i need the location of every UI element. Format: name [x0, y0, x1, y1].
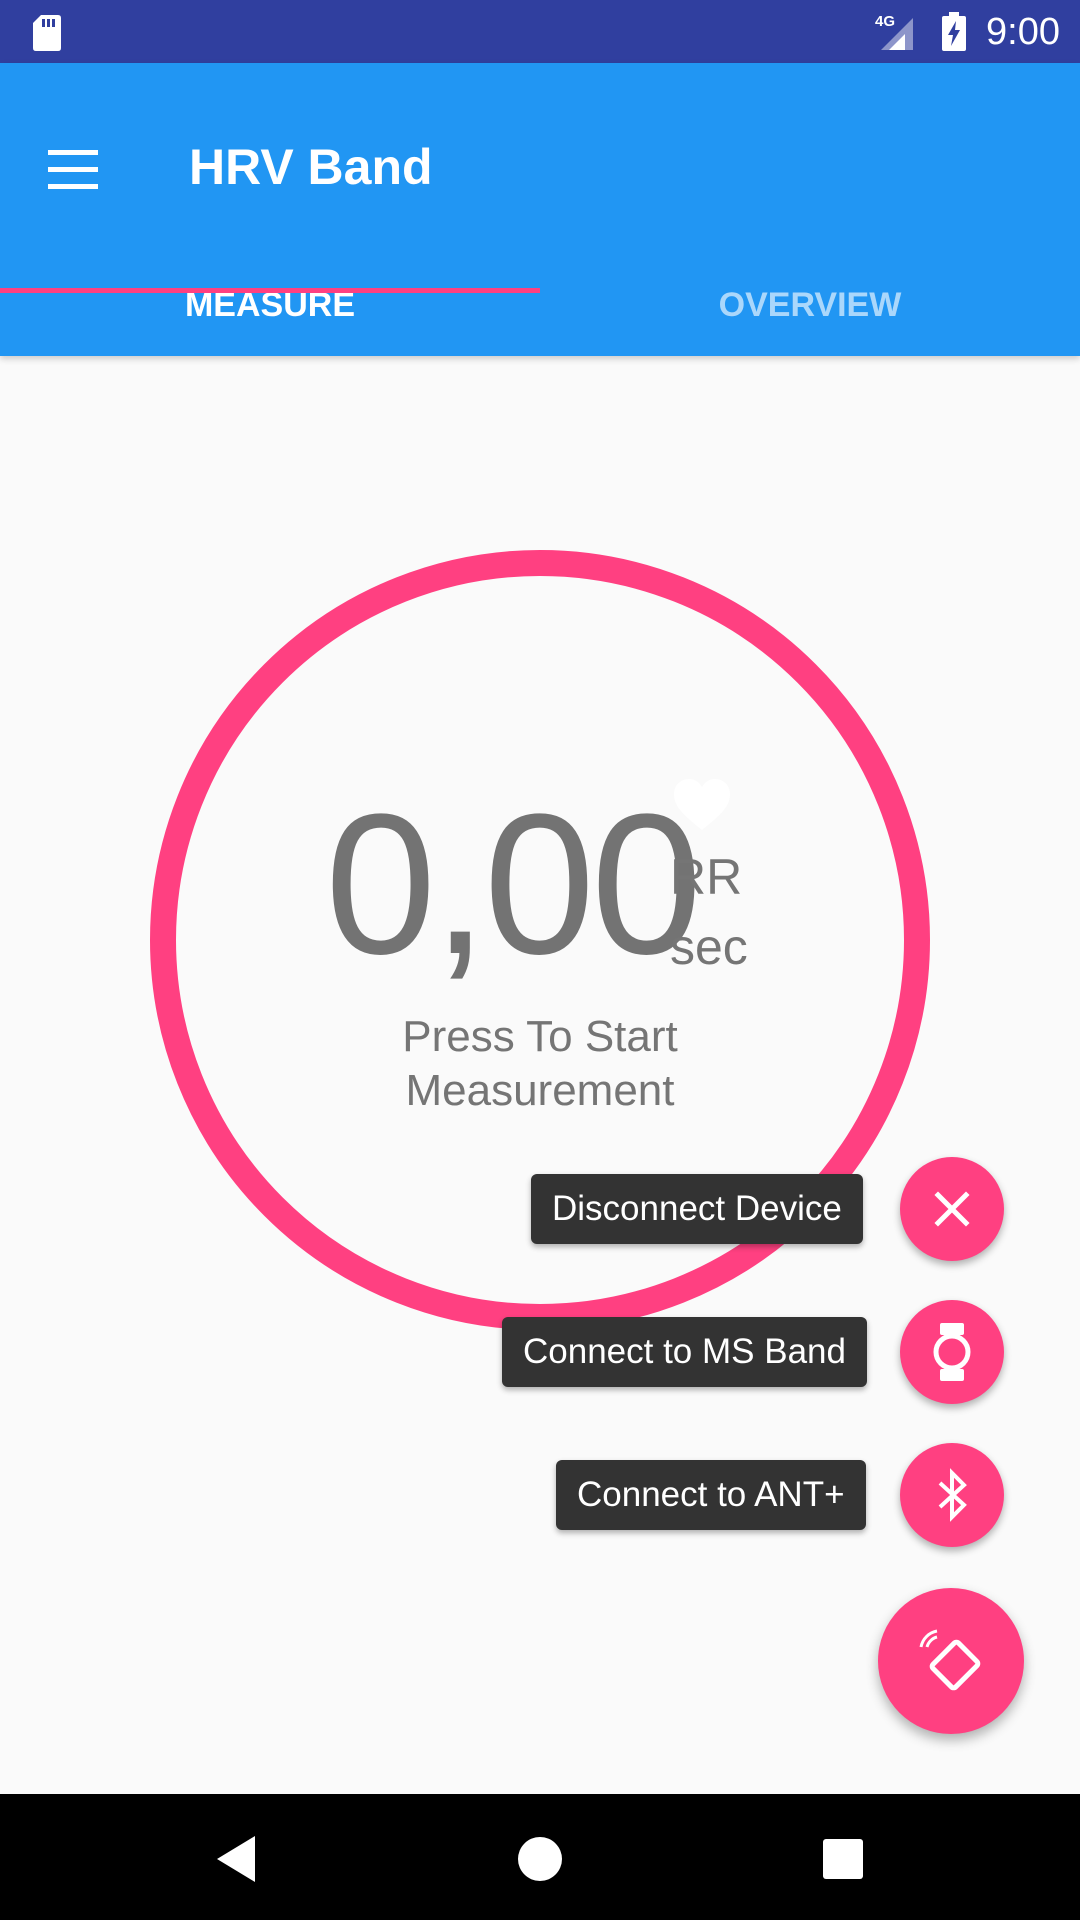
tab-indicator [0, 288, 540, 293]
tab-measure[interactable]: MEASURE [0, 252, 540, 355]
start-hint-line2: Measurement [405, 1066, 675, 1115]
recents-button[interactable] [808, 1824, 878, 1894]
app-bar: HRV Band MEASURE OVERVIEW [0, 63, 1080, 356]
back-icon [217, 1836, 255, 1882]
system-nav-bar [0, 1794, 1080, 1920]
device-connect-icon [919, 1629, 981, 1691]
app-title: HRV Band [189, 139, 433, 195]
start-hint: Press To Start Measurement [340, 1010, 740, 1118]
watch-icon [933, 1323, 971, 1381]
bluetooth-icon [938, 1468, 967, 1522]
menu-button[interactable] [34, 131, 112, 209]
sd-card-icon [33, 15, 61, 51]
menu-icon [48, 150, 98, 189]
recents-icon [823, 1839, 863, 1879]
svg-text:4G: 4G [875, 13, 895, 30]
connect-ant-label[interactable]: Connect to ANT+ [556, 1460, 866, 1530]
rr-value: 0,00 [325, 773, 702, 996]
home-button[interactable] [505, 1824, 575, 1894]
unit-label-sec: sec [670, 919, 748, 975]
battery-charging-icon [942, 12, 966, 51]
connect-ant-button[interactable] [900, 1443, 1004, 1547]
signal-icon: 4G [875, 13, 913, 50]
connect-ms-band-label[interactable]: Connect to MS Band [502, 1317, 867, 1387]
device-fab-button[interactable] [878, 1588, 1024, 1734]
disconnect-device-label[interactable]: Disconnect Device [531, 1174, 863, 1244]
status-bar: 4G 9:00 [0, 0, 1080, 63]
start-hint-line1: Press To Start [402, 1012, 678, 1061]
home-icon [518, 1837, 562, 1881]
connect-ms-band-button[interactable] [900, 1300, 1004, 1404]
heart-icon [674, 779, 730, 830]
status-time: 9:00 [986, 11, 1060, 53]
close-icon [934, 1191, 970, 1227]
unit-label-rr: RR [670, 849, 743, 905]
disconnect-device-button[interactable] [900, 1157, 1004, 1261]
tab-overview[interactable]: OVERVIEW [540, 252, 1080, 355]
back-button[interactable] [205, 1824, 275, 1894]
